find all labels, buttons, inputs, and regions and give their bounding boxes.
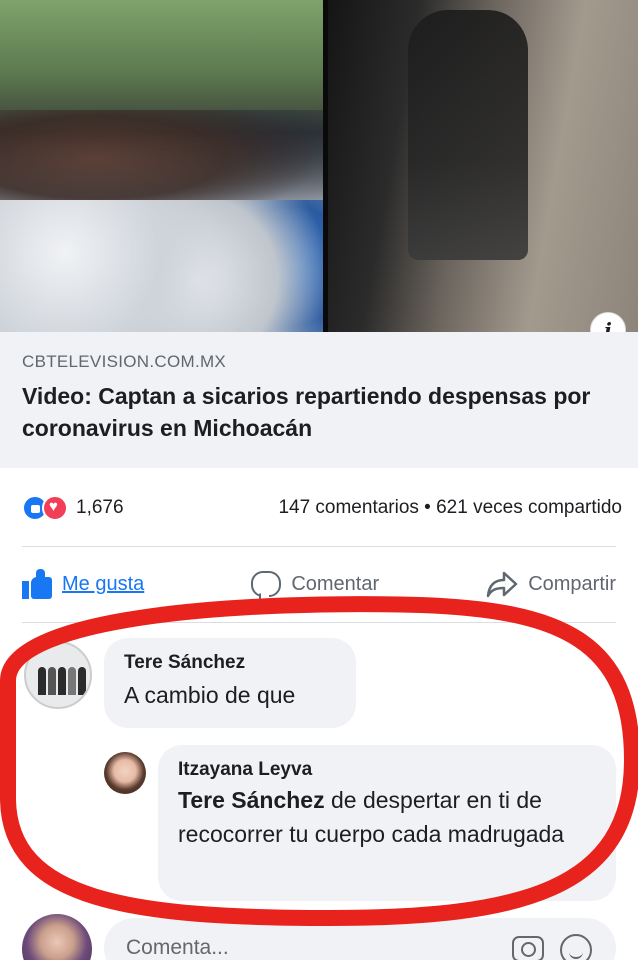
comment-bubble: Tere Sánchez A cambio de que (104, 638, 356, 728)
comment-text: Tere Sánchez de despertar en ti de recoc… (178, 783, 596, 851)
share-icon (486, 570, 518, 598)
comment-author[interactable]: Itzayana Leyva (178, 759, 596, 781)
comment-icon (251, 571, 282, 597)
emoji-icon[interactable] (560, 934, 592, 960)
avatar[interactable] (24, 641, 92, 709)
love-reaction-icon (42, 495, 68, 521)
reaction-count: 1,676 (76, 497, 124, 518)
share-button[interactable]: Compartir (486, 570, 616, 598)
video-frame-right (328, 0, 638, 332)
video-frame-left (0, 0, 323, 332)
link-preview-image[interactable] (0, 0, 638, 332)
comment-input-placeholder: Comenta... (126, 936, 229, 959)
mention-link[interactable]: Tere Sánchez (178, 787, 325, 813)
reply-bubble: Itzayana Leyva Tere Sánchez de despertar… (158, 745, 616, 901)
link-title: Video: Captan a sicarios repartiendo des… (22, 383, 591, 441)
thumbs-up-icon (22, 569, 52, 599)
like-button[interactable]: Me gusta (22, 569, 144, 599)
like-label: Me gusta (62, 572, 145, 595)
divider (22, 622, 616, 623)
divider (22, 546, 616, 547)
comment-text: A cambio de que (124, 682, 296, 708)
avatar (22, 914, 92, 960)
post-actions: Me gusta Comentar Compartir (22, 562, 616, 606)
comment-author[interactable]: Tere Sánchez (124, 652, 336, 674)
share-label: Compartir (528, 572, 616, 595)
avatar[interactable] (104, 752, 146, 794)
reaction-summary[interactable]: 1,676 (22, 495, 124, 521)
comment-label: Comentar (291, 572, 380, 595)
link-preview-caption[interactable]: CBTELEVISION.COM.MX Video: Captan a sica… (0, 332, 638, 468)
link-domain: CBTELEVISION.COM.MX (22, 352, 227, 371)
comments-shares-count[interactable]: 147 comentarios • 621 veces compartido (278, 497, 622, 519)
comment-button[interactable]: Comentar (251, 571, 379, 597)
post-stats: 1,676 147 comentarios • 621 veces compar… (22, 490, 622, 526)
camera-icon[interactable] (512, 936, 544, 960)
